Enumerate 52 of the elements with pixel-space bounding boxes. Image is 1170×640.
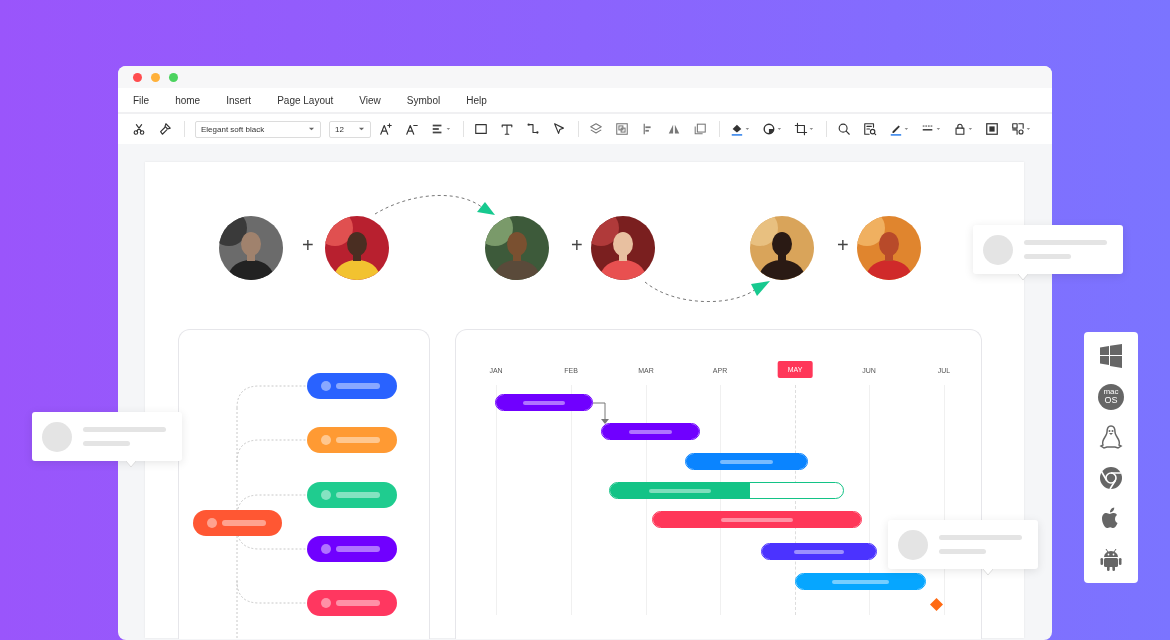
android-robot-icon xyxy=(1099,546,1123,571)
macos-badge-icon: mac OS xyxy=(1098,383,1124,410)
close-button[interactable] xyxy=(133,72,142,82)
dependency-arrow xyxy=(592,402,610,425)
gantt-bar[interactable] xyxy=(685,453,808,470)
scissors-icon[interactable] xyxy=(132,122,146,136)
menu-item[interactable]: Page Layout xyxy=(277,94,334,106)
font-shrink-icon[interactable] xyxy=(405,122,419,136)
connector-icon[interactable] xyxy=(526,122,540,136)
caret-icon xyxy=(358,126,365,132)
avatar-placeholder xyxy=(898,529,928,560)
brush-icon[interactable] xyxy=(158,122,172,136)
text-placeholder xyxy=(83,441,130,446)
find-replace-icon[interactable] xyxy=(863,122,877,136)
chrome-logo-icon xyxy=(1099,465,1123,490)
milestone-icon xyxy=(930,598,943,611)
font-size-select[interactable]: 12 xyxy=(329,120,371,138)
fill-bucket-icon[interactable] xyxy=(730,122,750,136)
text-placeholder xyxy=(939,549,986,554)
menu-item[interactable]: Help xyxy=(466,94,487,106)
pointer-icon[interactable] xyxy=(552,122,566,136)
gantt-bar[interactable] xyxy=(601,423,700,440)
menu-item[interactable]: Insert xyxy=(226,94,252,106)
windows-logo-icon xyxy=(1099,344,1123,369)
plus-sign: + xyxy=(571,235,583,255)
crop-icon[interactable] xyxy=(794,122,814,136)
text-tool-icon[interactable] xyxy=(500,122,514,136)
penguin-icon xyxy=(1099,425,1123,450)
group-icon[interactable] xyxy=(615,122,629,136)
font-select[interactable]: Elegant soft black xyxy=(195,120,321,138)
caret-icon xyxy=(308,126,315,132)
gantt-bar[interactable] xyxy=(761,543,877,560)
search-icon[interactable] xyxy=(837,122,851,136)
menu-item[interactable]: Symbol xyxy=(406,94,441,106)
text-placeholder xyxy=(1024,254,1071,259)
plus-sign: + xyxy=(302,235,314,255)
avatar-placeholder xyxy=(983,234,1013,265)
lock-icon[interactable] xyxy=(953,122,973,136)
gantt-bar[interactable] xyxy=(495,394,593,411)
layers-icon[interactable] xyxy=(589,122,603,136)
rectangle-icon[interactable] xyxy=(474,122,488,136)
fit-screen-icon[interactable] xyxy=(985,122,999,136)
circle-style-icon[interactable] xyxy=(762,122,782,136)
menu-item[interactable]: File xyxy=(133,94,150,106)
align-icon[interactable] xyxy=(431,122,451,136)
menu-item[interactable]: home xyxy=(175,94,201,106)
avatar-placeholder xyxy=(42,421,72,452)
font-grow-icon[interactable] xyxy=(379,122,393,136)
menu-item[interactable]: View xyxy=(359,94,381,106)
shapes-icon[interactable] xyxy=(1011,122,1031,136)
plus-sign: + xyxy=(837,235,849,255)
frame-icon[interactable] xyxy=(693,122,707,136)
